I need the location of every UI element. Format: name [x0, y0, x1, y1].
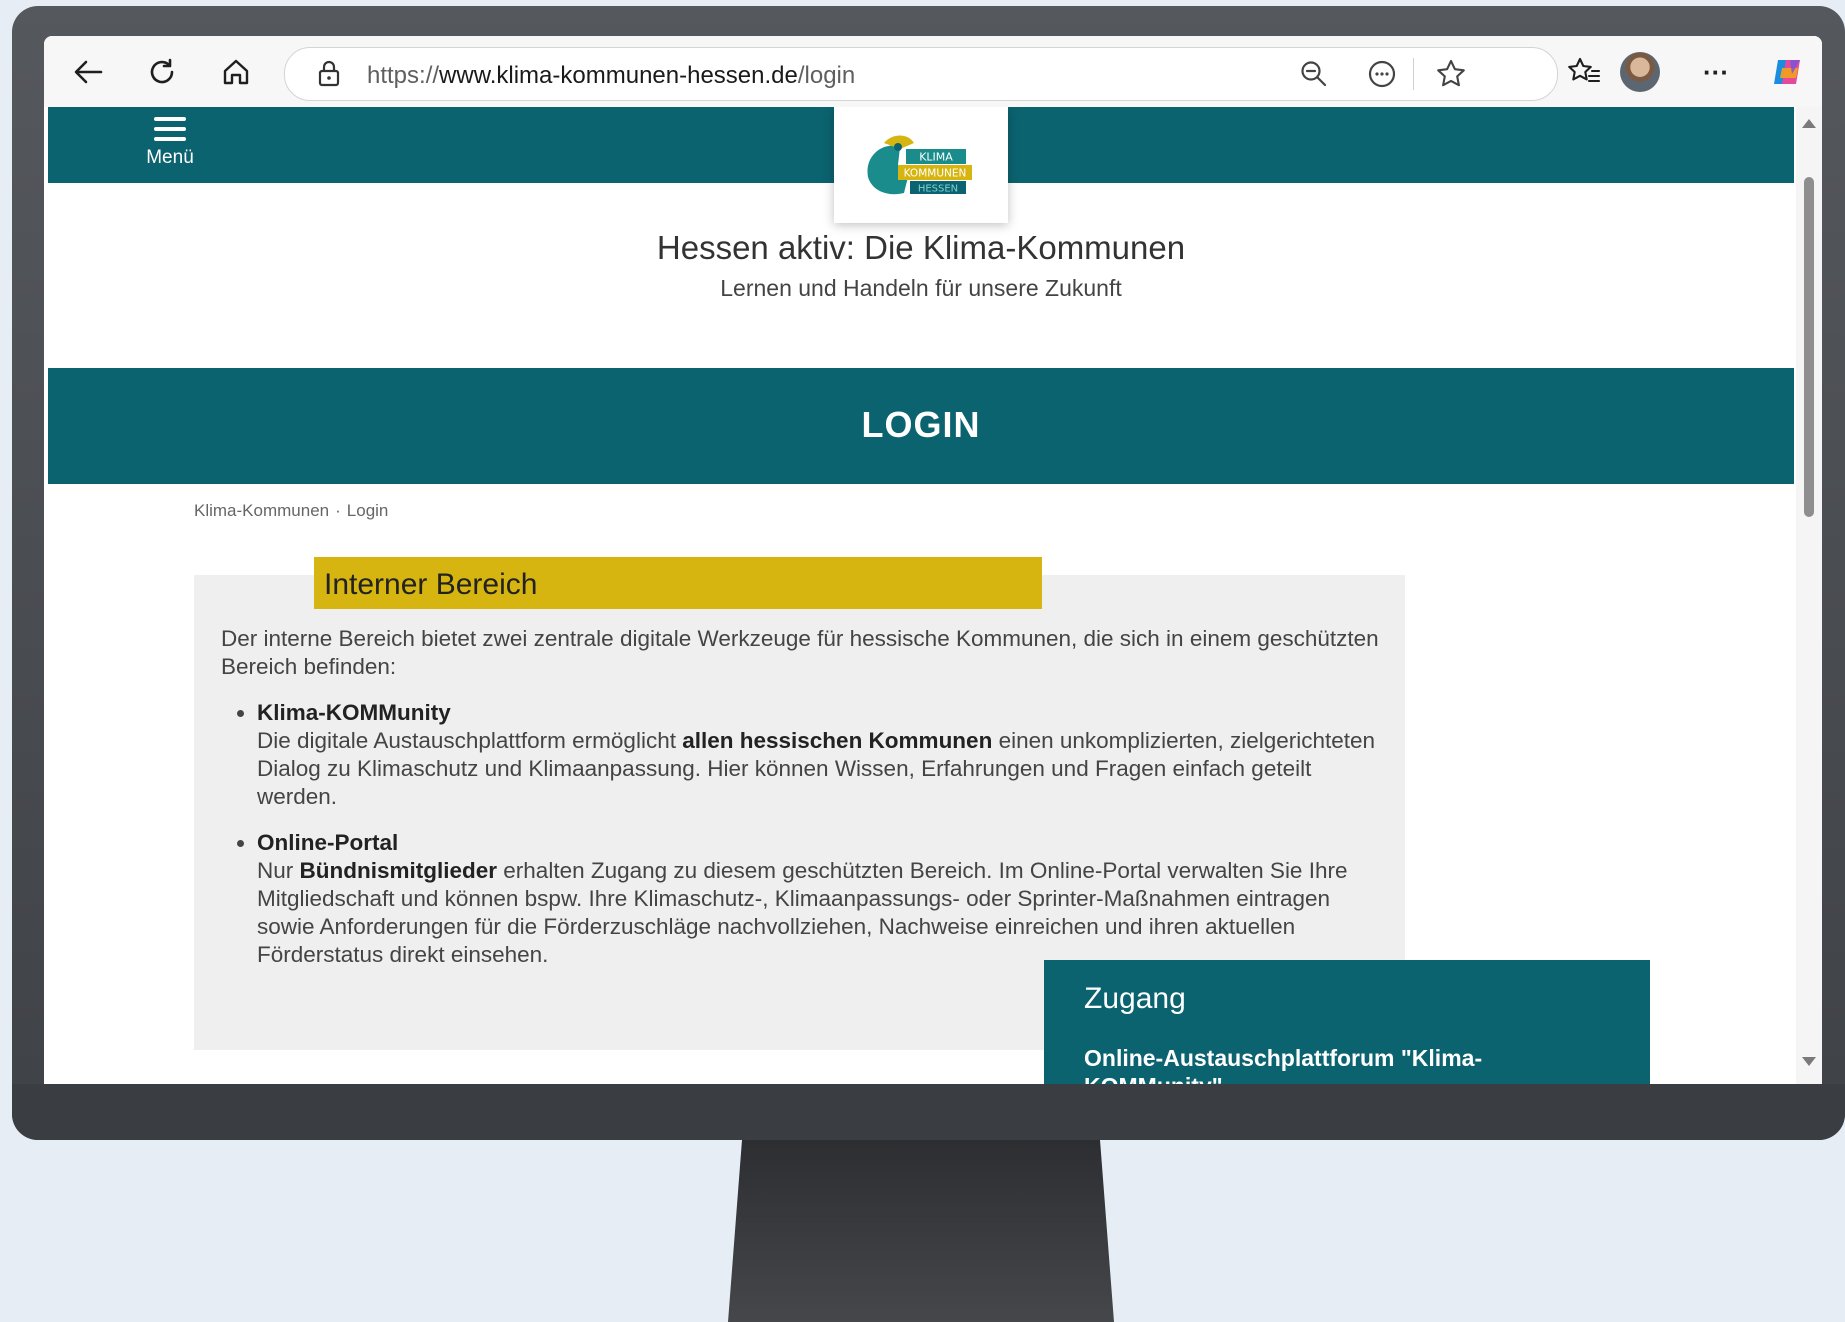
access-heading: Zugang — [1084, 982, 1186, 1015]
tool-text-bold: allen hessischen Kommunen — [682, 728, 993, 753]
url-path: /login — [797, 62, 856, 89]
zoom-out-icon[interactable] — [1299, 59, 1329, 94]
more-options-label: ··· — [1703, 56, 1729, 87]
tool-title: Klima-KOMMunity — [257, 700, 451, 725]
logo-word-3: HESSEN — [918, 184, 958, 195]
menu-label: Menü — [146, 147, 194, 168]
logo-graphic: KLIMA KOMMUNEN HESSEN — [867, 135, 972, 195]
breadcrumb: Klima-Kommunen · Login — [194, 501, 394, 521]
browser-toolbar: https://www.klima-kommunen-hessen.de/log… — [44, 36, 1822, 107]
tool-text: Die digitale Austauschplattform ermöglic… — [257, 728, 683, 753]
breadcrumb-current: Login — [346, 501, 389, 520]
page-scrollbar[interactable] — [1796, 107, 1822, 1084]
back-arrow-icon[interactable] — [68, 52, 108, 92]
url-scheme: https:// — [367, 62, 440, 89]
favorite-star-icon[interactable] — [1435, 58, 1467, 95]
logo-word-1: KLIMA — [919, 151, 953, 164]
profile-avatar[interactable] — [1620, 52, 1660, 92]
url-domain: www.klima-kommunen-hessen.de — [439, 62, 798, 89]
monitor-screen: https://www.klima-kommunen-hessen.de/log… — [44, 36, 1822, 1084]
internal-area-intro: Der interne Bereich bietet zwei zentrale… — [221, 626, 1379, 679]
breadcrumb-home-link[interactable]: Klima-Kommunen — [194, 501, 329, 520]
tool-list: Klima-KOMMunity Die digitale Austauschpl… — [221, 699, 1381, 969]
page-heading: LOGIN — [861, 404, 981, 445]
address-bar[interactable]: https://www.klima-kommunen-hessen.de/log… — [284, 47, 1558, 101]
favorites-list-icon[interactable] — [1564, 52, 1604, 92]
logo-word-2: KOMMUNEN — [904, 168, 967, 180]
copilot-icon[interactable] — [1768, 52, 1808, 92]
tool-text: Nur — [257, 858, 300, 883]
page-viewport: Menü KLIMA KOMMUNEN HESSEN Hessen aktiv:… — [48, 107, 1794, 1084]
site-title: Hessen aktiv: Die Klima-Kommunen — [656, 229, 1186, 266]
internal-area-heading-bar: Interner Bereich — [314, 557, 1042, 609]
tool-text-bold: Bündnismitglieder — [299, 858, 498, 883]
menu-button[interactable]: Menü — [132, 117, 208, 177]
tool-list-item-portal: Online-Portal Nur Bündnismitglieder erha… — [257, 829, 1381, 969]
home-icon[interactable] — [216, 52, 256, 92]
page-actions-icon[interactable] — [1367, 59, 1397, 94]
reload-icon[interactable] — [142, 52, 182, 92]
scroll-down-arrow-icon[interactable] — [1802, 1057, 1816, 1066]
scroll-up-arrow-icon[interactable] — [1802, 119, 1816, 128]
site-logo[interactable]: KLIMA KOMMUNEN HESSEN — [834, 107, 1008, 223]
community-access-link[interactable]: Online-Austauschplattforum "Klima-KOMMun… — [1084, 1044, 1544, 1084]
more-options-icon[interactable]: ··· — [1696, 52, 1736, 92]
url-text[interactable]: https://www.klima-kommunen-hessen.de/log… — [367, 62, 855, 90]
site-subtitle: Lernen und Handeln für unsere Zukunft — [720, 275, 1122, 301]
site-info-lock-icon[interactable] — [317, 60, 341, 93]
internal-area-heading: Interner Bereich — [324, 568, 538, 601]
breadcrumb-separator: · — [335, 501, 341, 520]
monitor-stand — [728, 1140, 1114, 1322]
tool-title: Online-Portal — [257, 830, 399, 855]
hamburger-icon — [154, 117, 186, 141]
access-box: Zugang Online-Austauschplattforum "Klima… — [1044, 960, 1650, 1084]
address-divider — [1413, 58, 1414, 90]
scroll-thumb[interactable] — [1804, 177, 1814, 517]
internal-area-body: Der interne Bereich bietet zwei zentrale… — [221, 625, 1381, 987]
tool-list-item-community: Klima-KOMMunity Die digitale Austauschpl… — [257, 699, 1381, 811]
monitor-chin — [12, 1084, 1845, 1140]
page-heading-band: LOGIN — [48, 368, 1794, 484]
